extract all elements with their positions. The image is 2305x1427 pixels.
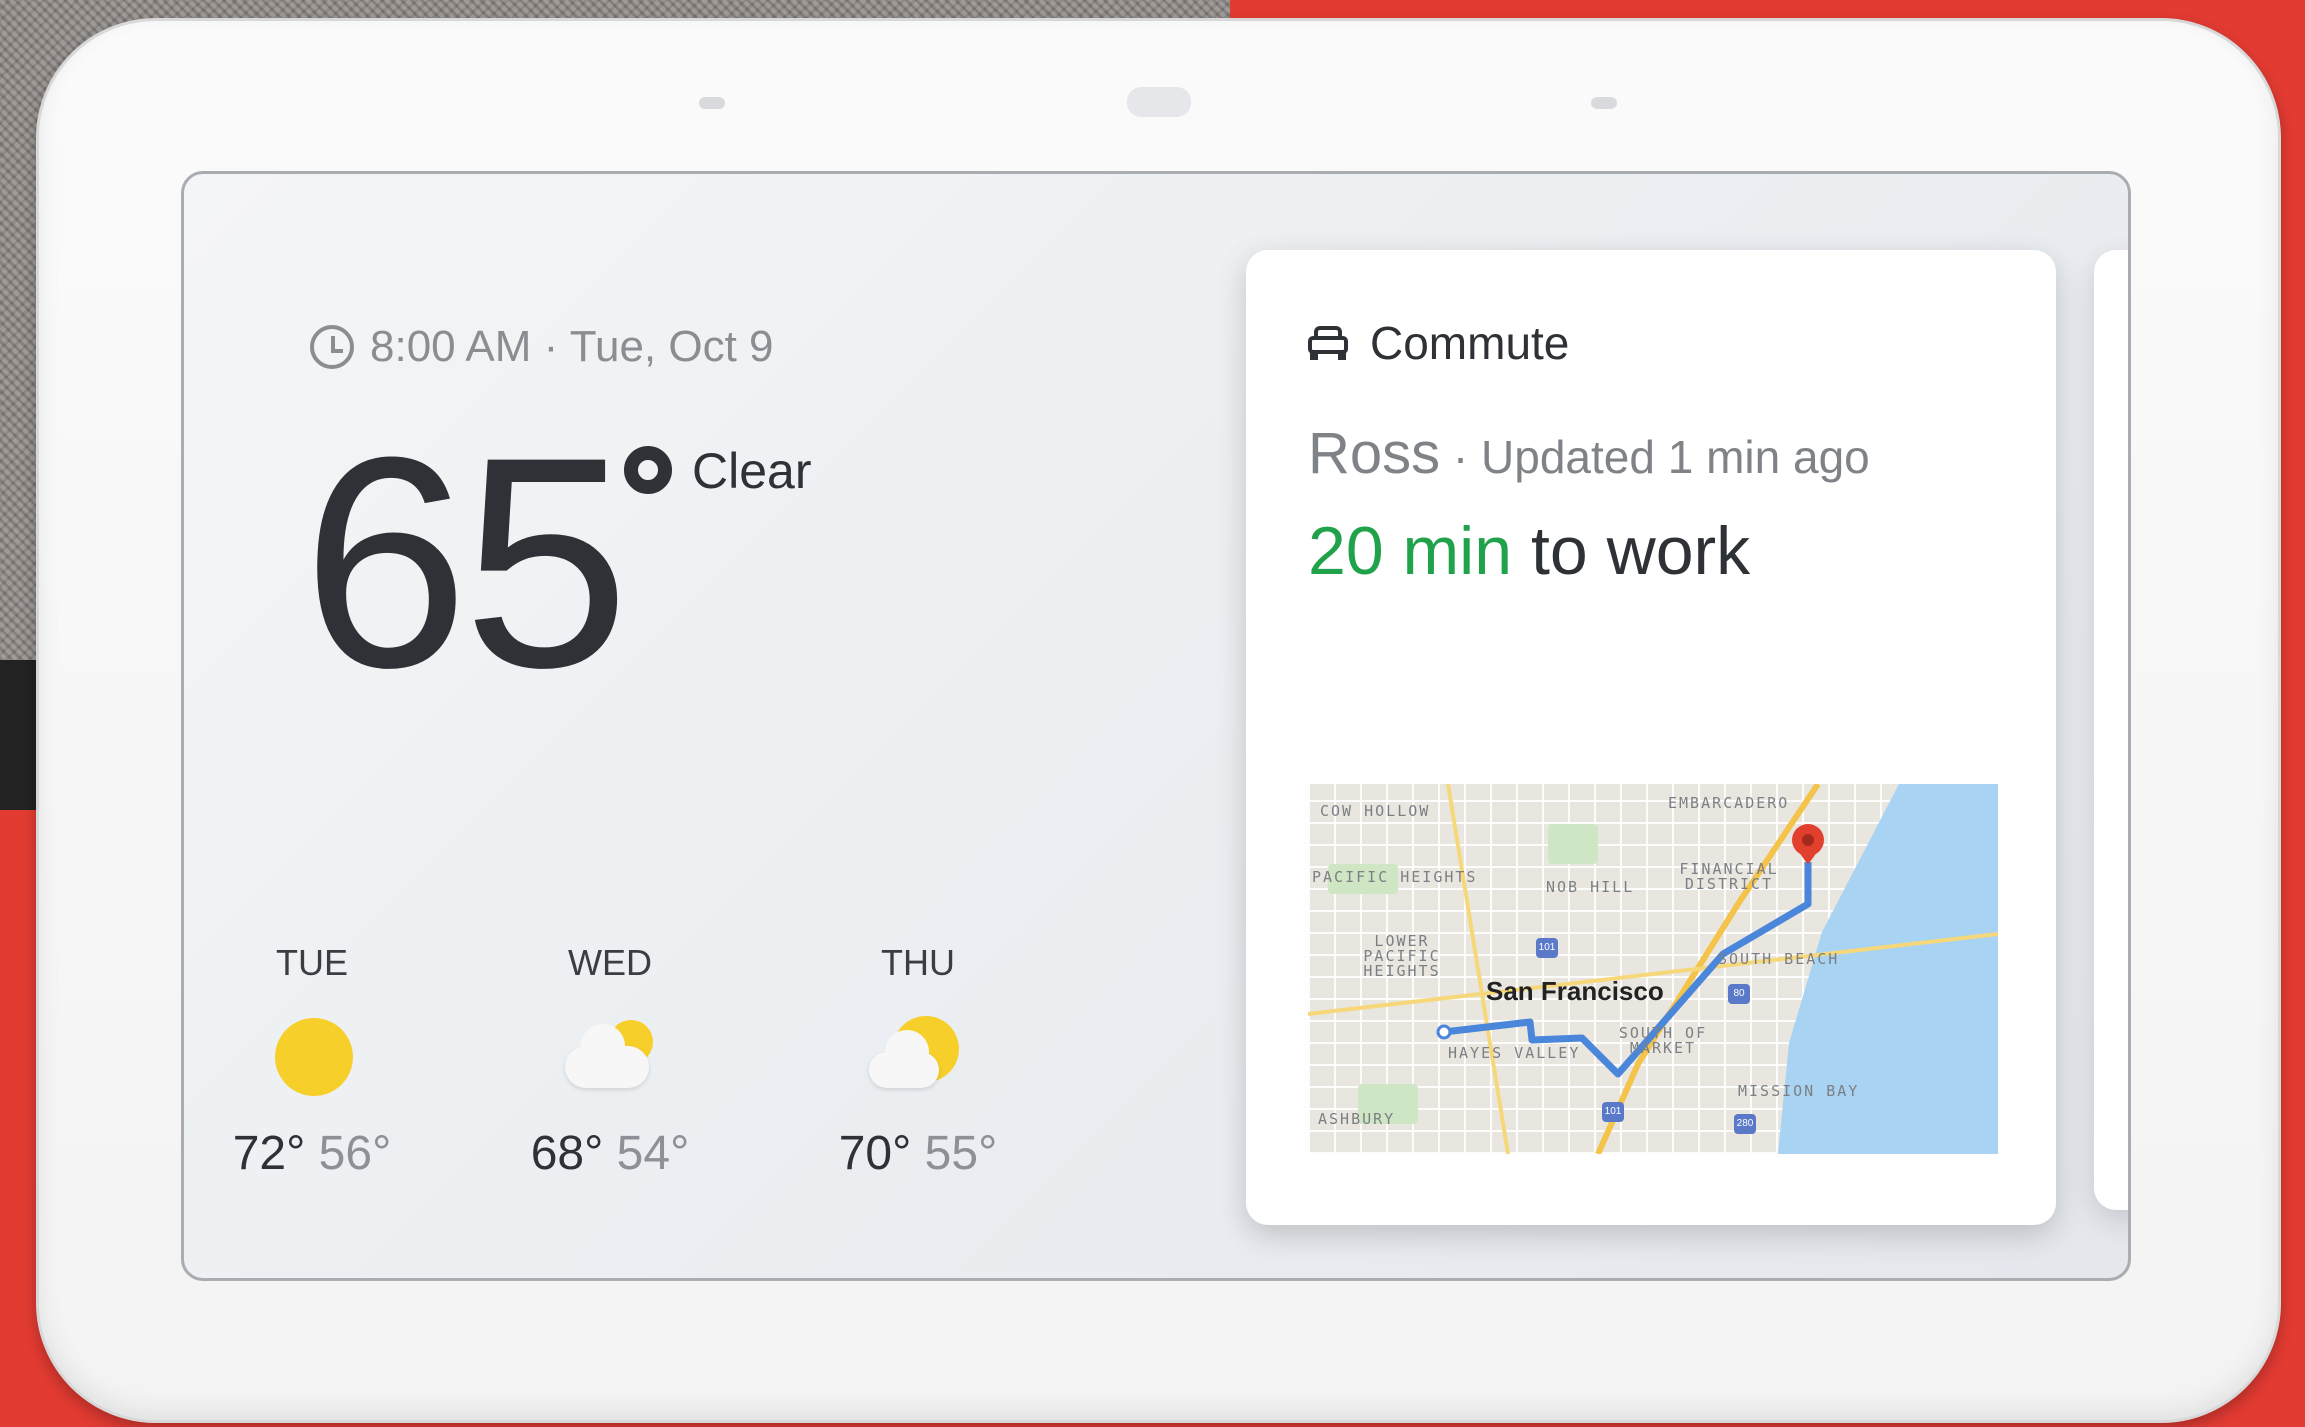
forecast-low: 56° [318, 1127, 392, 1180]
forecast-day-label: TUE [276, 942, 348, 983]
forecast-day-label: THU [881, 942, 955, 983]
sunny-icon [267, 1012, 357, 1102]
highway-shield-icon: 101 [1602, 1102, 1624, 1122]
updated-text: · Updated 1 min ago [1440, 431, 1870, 483]
forecast-high: 70° [838, 1127, 912, 1180]
person-name: Ross [1308, 421, 1441, 486]
route-map[interactable]: COW HOLLOW EMBARCADERO PACIFIC HEIGHTS N… [1308, 784, 1998, 1154]
forecast-day-label: WED [568, 942, 652, 983]
map-label: PACIFIC HEIGHTS [1312, 868, 1478, 886]
car-icon [1308, 326, 1348, 360]
eta-destination: to work [1512, 513, 1751, 589]
ambient-sensor [1127, 87, 1191, 117]
map-label: FINANCIAL DISTRICT [1679, 860, 1779, 893]
forecast-day-wed[interactable]: WED 68° 54° [500, 942, 720, 1181]
commute-eta: 20 min to work [1308, 512, 1750, 590]
forecast-low: 55° [924, 1127, 998, 1180]
forecast-day-tue[interactable]: TUE 72° 56° [202, 942, 422, 1181]
map-label: EMBARCADERO [1668, 794, 1790, 812]
alarm-text: 8:00 AM · Tue, Oct 9 [370, 322, 774, 371]
display-screen[interactable]: 8:00 AM · Tue, Oct 9 65 Clear TUE 72° 56… [181, 171, 2131, 1281]
commute-card[interactable]: Commute Ross · Updated 1 min ago 20 min … [1246, 250, 2056, 1225]
partly-cloudy-icon [565, 1012, 655, 1102]
highway-shield-icon: 80 [1728, 984, 1750, 1004]
map-city-label: San Francisco [1486, 976, 1664, 1006]
card-header: Commute [1308, 316, 1569, 370]
forecast-high: 72° [232, 1127, 306, 1180]
map-label: LOWER PACIFIC HEIGHTS [1363, 932, 1441, 980]
next-card-peek[interactable] [2094, 250, 2128, 1210]
map-label: ASHBURY [1318, 1110, 1396, 1128]
forecast-low: 54° [616, 1127, 690, 1180]
highway-shield-icon: 280 [1734, 1114, 1756, 1134]
weather-condition: Clear [692, 443, 812, 499]
alarm-clock-icon [310, 325, 354, 369]
map-label: SOUTH OF MARKET [1618, 1024, 1708, 1057]
map-label: NOB HILL [1546, 878, 1635, 896]
eta-time: 20 min [1308, 513, 1513, 589]
map-label: MISSION BAY [1738, 1082, 1860, 1100]
highway-shield-icon: 101 [1536, 938, 1558, 958]
map-label: HAYES VALLEY [1448, 1044, 1581, 1062]
microphone-hole [1591, 97, 1617, 109]
map-label: COW HOLLOW [1320, 802, 1431, 820]
alarm-row[interactable]: 8:00 AM · Tue, Oct 9 [310, 322, 774, 372]
light-sensor [699, 97, 725, 109]
forecast-day-thu[interactable]: THU 70° 55° [808, 942, 1028, 1181]
card-title: Commute [1370, 317, 1570, 369]
current-temperature: 65 [302, 394, 630, 730]
commute-person-line: Ross · Updated 1 min ago [1308, 420, 1870, 487]
mostly-sunny-icon [869, 1012, 963, 1102]
degree-ring-icon [624, 446, 672, 494]
map-label: SOUTH BEACH [1718, 950, 1840, 968]
smart-display-device: 8:00 AM · Tue, Oct 9 65 Clear TUE 72° 56… [36, 18, 2281, 1423]
forecast-high: 68° [530, 1127, 604, 1180]
